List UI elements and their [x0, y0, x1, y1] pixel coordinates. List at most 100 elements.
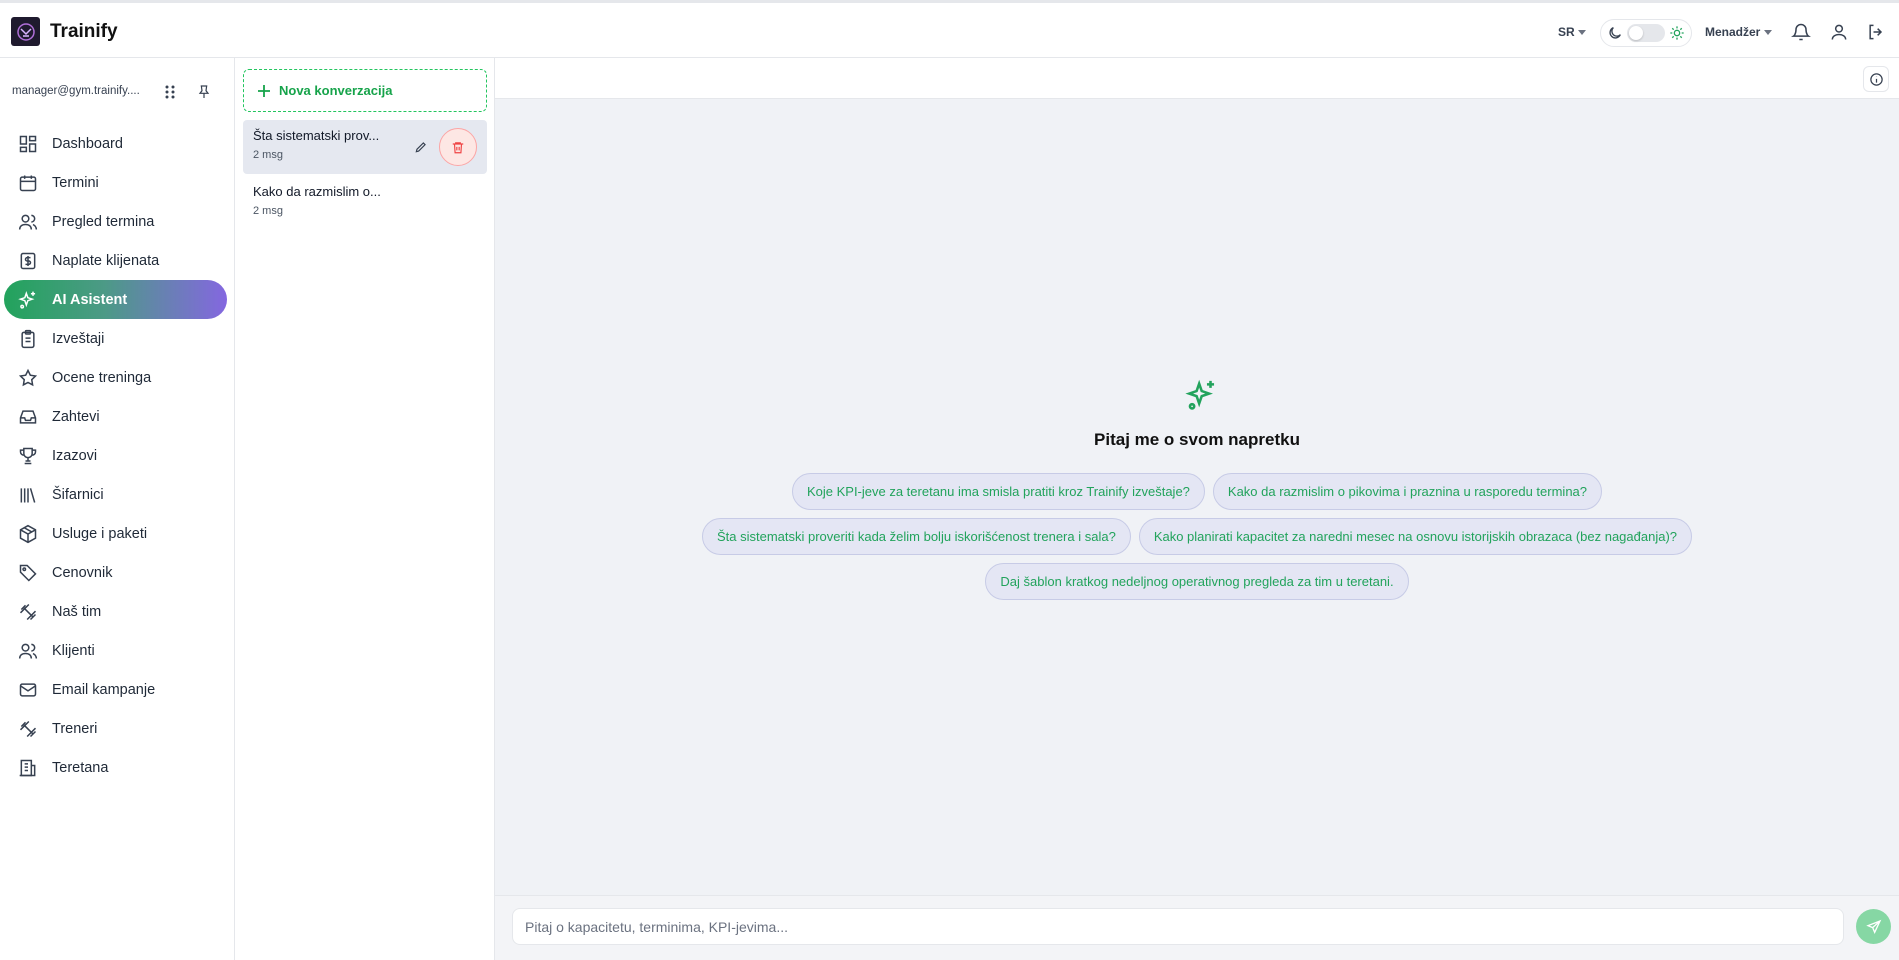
sidebar-item-pregled-termina[interactable]: Pregled termina: [4, 202, 227, 241]
theme-switch[interactable]: [1627, 24, 1665, 42]
conversation-item[interactable]: Šta sistematski prov... 2 msg: [243, 120, 487, 174]
sidebar-item-label: Zahtevi: [52, 408, 100, 425]
sidebar-item-label: Izazovi: [52, 447, 98, 464]
users-icon: [18, 643, 38, 659]
dashboard-icon: [19, 135, 37, 152]
suggestion-list: Koje KPI-jeve za teretanu ima smisla pra…: [495, 473, 1899, 600]
users-icon: [18, 214, 38, 230]
building-icon: [19, 759, 36, 776]
app-title: Trainify: [50, 21, 118, 42]
top-bar: Trainify SR Menadžer: [0, 0, 1899, 58]
sidebar-item-zahtevi[interactable]: Zahtevi: [4, 397, 227, 436]
empty-state-title: Pitaj me o svom napretku: [1094, 430, 1300, 449]
delete-conversation-button[interactable]: [439, 128, 477, 166]
role-selector[interactable]: Menadžer: [1705, 25, 1773, 39]
tag-icon: [19, 564, 37, 582]
info-icon: [1869, 72, 1883, 86]
account-email: manager@gym.trainify....: [12, 85, 140, 97]
sidebar-item-treneri[interactable]: Treneri: [4, 709, 227, 748]
sidebar: manager@gym.trainify.... Dashboard Termi…: [0, 58, 235, 960]
sidebar-item-label: Dashboard: [52, 135, 123, 152]
dumbbell-icon: [19, 720, 37, 737]
conversation-meta: 2 msg: [253, 205, 283, 217]
sidebar-item-label: Naplate klijenata: [52, 252, 160, 269]
new-conversation-button[interactable]: Nova konverzacija: [243, 69, 487, 112]
sidebar-item-izvestaji[interactable]: Izveštaji: [4, 319, 227, 358]
grip-icon[interactable]: [164, 84, 176, 100]
sidebar-item-label: Usluge i paketi: [52, 525, 148, 542]
sidebar-item-label: AI Asistent: [52, 291, 128, 308]
moon-icon: [1609, 27, 1621, 39]
conversation-title: Šta sistematski prov...: [253, 128, 380, 143]
chevron-down-icon: [1764, 29, 1773, 35]
sidebar-item-termini[interactable]: Termini: [4, 163, 227, 202]
sidebar-item-label: Ocene treninga: [52, 369, 152, 386]
logout-icon[interactable]: [1866, 22, 1886, 42]
suggestion-chip[interactable]: Daj šablon kratkog nedeljnog operativnog…: [985, 563, 1409, 600]
sidebar-item-klijenti[interactable]: Klijenti: [4, 631, 227, 670]
sidebar-item-label: Izveštaji: [52, 330, 105, 347]
sun-icon: [1670, 26, 1684, 40]
sidebar-item-label: Teretana: [52, 759, 109, 776]
sidebar-item-label: Naš tim: [52, 603, 102, 620]
bell-icon[interactable]: [1791, 22, 1811, 42]
sparkles-icon: [1185, 379, 1215, 410]
conversation-item[interactable]: Kako da razmislim o... 2 msg: [243, 176, 487, 230]
sidebar-item-sifarnici[interactable]: Šifarnici: [4, 475, 227, 514]
chat-area: Pitaj me o svom napretku Koje KPI-jeve z…: [495, 58, 1899, 960]
sidebar-nav: Dashboard Termini Pregled termina Naplat…: [4, 124, 227, 787]
inbox-icon: [19, 409, 37, 424]
new-conversation-label: Nova konverzacija: [279, 83, 393, 98]
conversation-title: Kako da razmislim o...: [253, 184, 381, 199]
sidebar-item-label: Termini: [52, 174, 99, 191]
sidebar-item-nas-tim[interactable]: Naš tim: [4, 592, 227, 631]
role-label: Menadžer: [1705, 25, 1761, 39]
user-icon[interactable]: [1829, 22, 1849, 42]
suggestion-chip[interactable]: Koje KPI-jeve za teretanu ima smisla pra…: [791, 473, 1205, 510]
language-label: SR: [1558, 25, 1575, 39]
chevron-down-icon: [1577, 29, 1586, 35]
plus-icon: [258, 84, 270, 97]
sidebar-item-label: Email kampanje: [52, 681, 156, 698]
sidebar-item-ai-asistent[interactable]: AI Asistent: [4, 280, 227, 319]
gym-logo-icon[interactable]: [11, 17, 40, 46]
sidebar-item-dashboard[interactable]: Dashboard: [4, 124, 227, 163]
sidebar-item-label: Cenovnik: [52, 564, 113, 581]
sidebar-item-email-kampanje[interactable]: Email kampanje: [4, 670, 227, 709]
suggestion-chip[interactable]: Kako da razmislim o pikovima i praznina …: [1212, 473, 1603, 510]
sidebar-item-cenovnik[interactable]: Cenovnik: [4, 553, 227, 592]
chat-input[interactable]: [512, 908, 1844, 945]
library-icon: [20, 487, 36, 503]
sidebar-item-ocene-treninga[interactable]: Ocene treninga: [4, 358, 227, 397]
mail-icon: [19, 682, 37, 697]
sidebar-item-teretana[interactable]: Teretana: [4, 748, 227, 787]
chat-header: [495, 58, 1899, 99]
sidebar-item-label: Treneri: [52, 720, 98, 737]
dollar-icon: [20, 252, 36, 269]
clipboard-icon: [21, 329, 35, 348]
suggestion-chip[interactable]: Kako planirati kapacitet za naredni mese…: [1138, 518, 1693, 555]
pin-icon[interactable]: [196, 83, 212, 101]
calendar-icon: [19, 175, 37, 191]
trash-icon: [452, 141, 464, 153]
pencil-icon: [415, 142, 426, 153]
trophy-icon: [19, 447, 37, 464]
info-button[interactable]: [1863, 66, 1889, 92]
star-icon: [18, 368, 38, 386]
package-icon: [19, 524, 37, 543]
sidebar-item-usluge-i-paketi[interactable]: Usluge i paketi: [4, 514, 227, 553]
conversation-panel: Nova konverzacija Šta sistematski prov..…: [235, 58, 495, 960]
sidebar-item-naplate-klijenata[interactable]: Naplate klijenata: [4, 241, 227, 280]
sidebar-item-label: Klijenti: [52, 642, 95, 659]
theme-toggle[interactable]: [1600, 19, 1692, 47]
sidebar-item-izazovi[interactable]: Izazovi: [4, 436, 227, 475]
sparkles-icon: [18, 290, 36, 309]
send-button[interactable]: [1856, 909, 1891, 944]
language-selector[interactable]: SR: [1558, 25, 1586, 39]
chat-composer: [495, 895, 1899, 960]
edit-conversation-button[interactable]: [411, 137, 431, 157]
sidebar-item-label: Pregled termina: [52, 213, 155, 230]
suggestion-chip[interactable]: Šta sistematski proveriti kada želim bol…: [701, 518, 1131, 555]
sidebar-item-label: Šifarnici: [52, 486, 104, 503]
send-icon: [1865, 919, 1881, 934]
